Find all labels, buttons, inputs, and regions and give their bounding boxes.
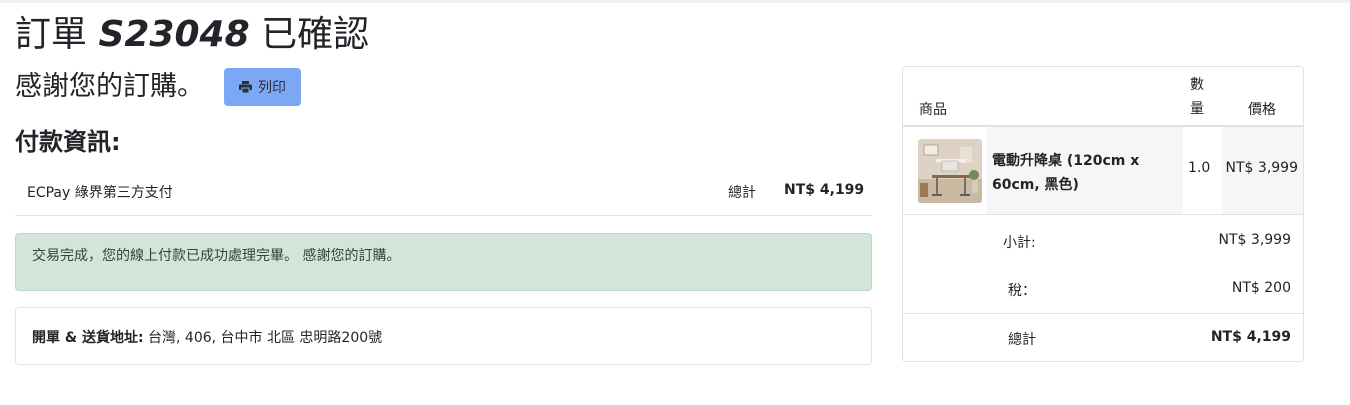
table-row: 電動升降桌 (120cm x 60cm, 黑色) 1.0 NT$ 3,999 [903,127,1303,215]
alert-message: 交易完成，您的線上付款已成功處理完畢。 感謝您的訂購。 [32,248,401,264]
payment-total-value: NT$ 4,199 [784,182,865,198]
summary-header: 商品 數量 價格 [903,67,1303,127]
top-border [0,0,1350,3]
payment-heading: 付款資訊: [15,128,121,156]
order-summary: 商品 數量 價格 電動升降桌 (120cm x 60cm, 黑色) 1.0 NT… [902,66,1304,362]
address-value: 台灣, 406, 台中市 北區 忠明路200號 [143,330,383,346]
order-number: S23048 [98,14,250,55]
total-value: NT$ 4,199 [1210,329,1291,345]
item-price: NT$ 3,999 [1225,160,1298,176]
title-suffix: 已確認 [249,14,370,55]
column-price: 價格 [1248,102,1276,118]
printer-icon [239,81,252,93]
payment-total-label: 總計 [728,185,756,201]
column-product: 商品 [919,102,947,118]
subtotal-value: NT$ 3,999 [1218,232,1291,248]
print-label: 列印 [258,80,286,96]
address-label: 開單 & 送貨地址: [32,330,144,346]
product-image[interactable] [918,139,982,203]
success-alert: 交易完成，您的線上付款已成功處理完畢。 感謝您的訂購。 [15,233,872,291]
column-quantity: 數量 [1190,77,1204,117]
tax-value: NT$ 200 [1231,280,1291,296]
tax-label: 稅： [1008,283,1036,299]
payment-row: ECPay 綠界第三方支付 總計 NT$ 4,199 [15,168,872,216]
address-card: 開單 & 送貨地址: 台灣, 406, 台中市 北區 忠明路200號 [15,307,872,365]
thanks-row: 感謝您的訂購。 列印 [15,68,301,106]
title-prefix: 訂單 [15,14,99,55]
print-button[interactable]: 列印 [224,68,301,106]
item-price-cell: NT$ 3,999 [1222,127,1303,214]
total-label: 總計 [1008,332,1036,348]
payment-method: ECPay 綠界第三方支付 [27,185,173,201]
subtotal-label: 小計: [1003,235,1036,251]
item-name[interactable]: 電動升降桌 (120cm x 60cm, 黑色) [992,149,1162,197]
item-quantity: 1.0 [1188,160,1211,176]
thanks-message: 感謝您的訂購。 [15,71,204,102]
summary-divider [903,313,1303,314]
page-title: 訂單 S23048 已確認 [15,12,369,58]
item-name-cell: 電動升降桌 (120cm x 60cm, 黑色) [987,127,1183,214]
